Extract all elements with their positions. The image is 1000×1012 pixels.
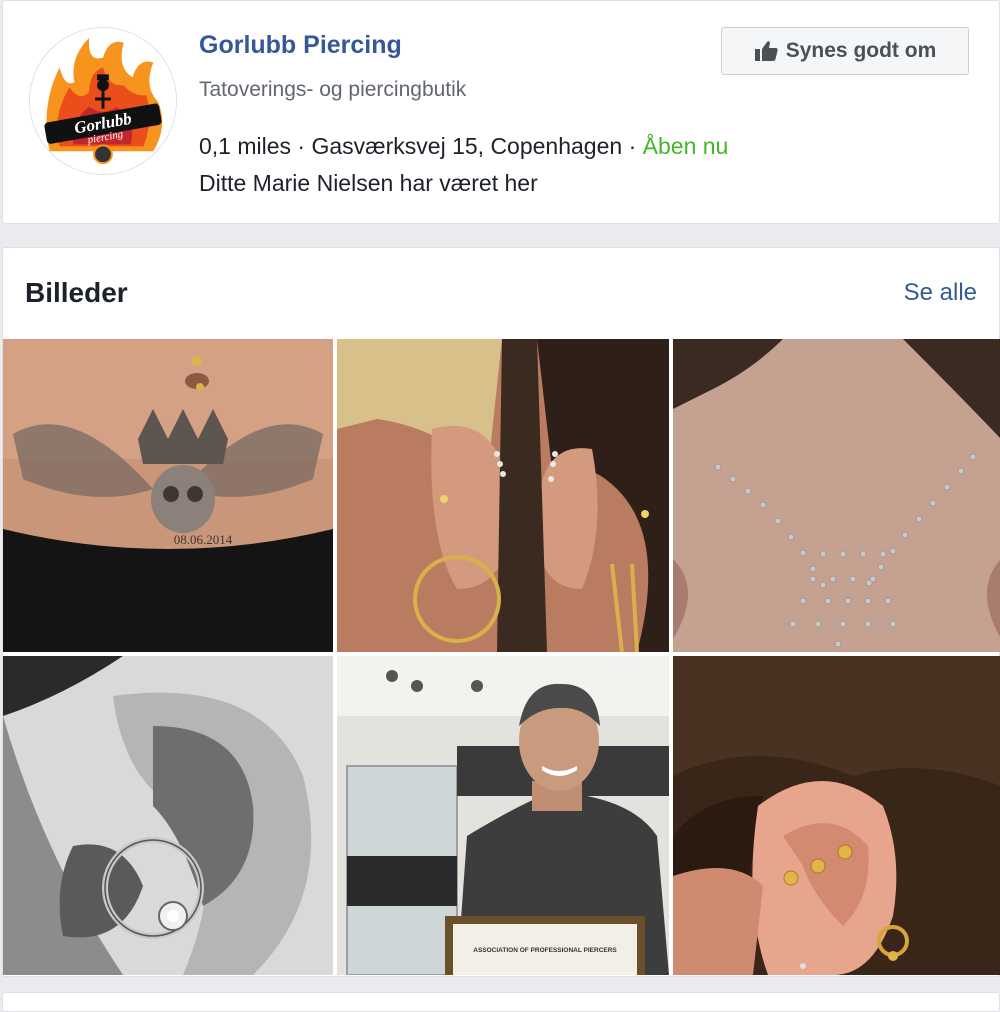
visited-text: Ditte Marie Nielsen har været her	[199, 170, 538, 196]
open-status: Åben nu	[642, 133, 729, 159]
separator: ·	[622, 133, 643, 159]
photo-daith-ring[interactable]	[3, 656, 333, 975]
photo-navel-piercing[interactable]: 08.06.2014	[3, 339, 333, 652]
page-title[interactable]: Gorlubb Piercing	[199, 31, 402, 60]
photo-ear-studs[interactable]	[673, 656, 1000, 975]
separator: ·	[291, 133, 312, 159]
photo-chest-dermals-image	[673, 339, 1000, 652]
photo-ear-piercings-image	[337, 339, 669, 652]
thumbs-up-icon	[754, 41, 778, 61]
location-line: 0,1 miles · Gasværksvej 15, Copenhagen ·…	[199, 133, 728, 160]
next-section-card	[2, 992, 1000, 1012]
photo-ear-studs-image	[673, 656, 1000, 975]
certificate-text: ASSOCIATION OF PROFESSIONAL PIERCERS	[473, 947, 617, 954]
photo-piercer-portrait[interactable]: ASSOCIATION OF PROFESSIONAL PIERCERS	[337, 656, 669, 975]
photo-chest-dermals[interactable]	[673, 339, 1000, 652]
gorlubb-logo: Gorlubb piercing	[30, 28, 176, 174]
page-avatar[interactable]: Gorlubb piercing	[29, 27, 177, 175]
photo-daith-ring-image	[3, 656, 333, 975]
photo-piercer-portrait-image: ASSOCIATION OF PROFESSIONAL PIERCERS	[337, 656, 669, 975]
photos-title: Billeder	[25, 277, 128, 308]
page-category: Tatoverings- og piercingbutik	[199, 78, 467, 101]
distance: 0,1 miles	[199, 133, 292, 159]
photo-navel-piercing-image: 08.06.2014	[3, 339, 333, 652]
tattoo-date: 08.06.2014	[174, 532, 233, 547]
page-header-card: Gorlubb piercing Gorlubb Piercing Tatove…	[2, 0, 1000, 224]
like-button[interactable]: Synes godt om	[721, 27, 969, 75]
photo-grid: 08.06.2014 ASSOCIATION OF PROFESSIONAL P…	[3, 339, 1000, 975]
see-all-link[interactable]: Se alle	[904, 279, 977, 307]
address: Gasværksvej 15, Copenhagen	[311, 133, 623, 159]
photos-section: Billeder Se alle 08.06.2014 ASSOCIATION …	[2, 247, 1000, 977]
photo-ear-piercings[interactable]	[337, 339, 669, 652]
like-button-label: Synes godt om	[785, 39, 937, 62]
